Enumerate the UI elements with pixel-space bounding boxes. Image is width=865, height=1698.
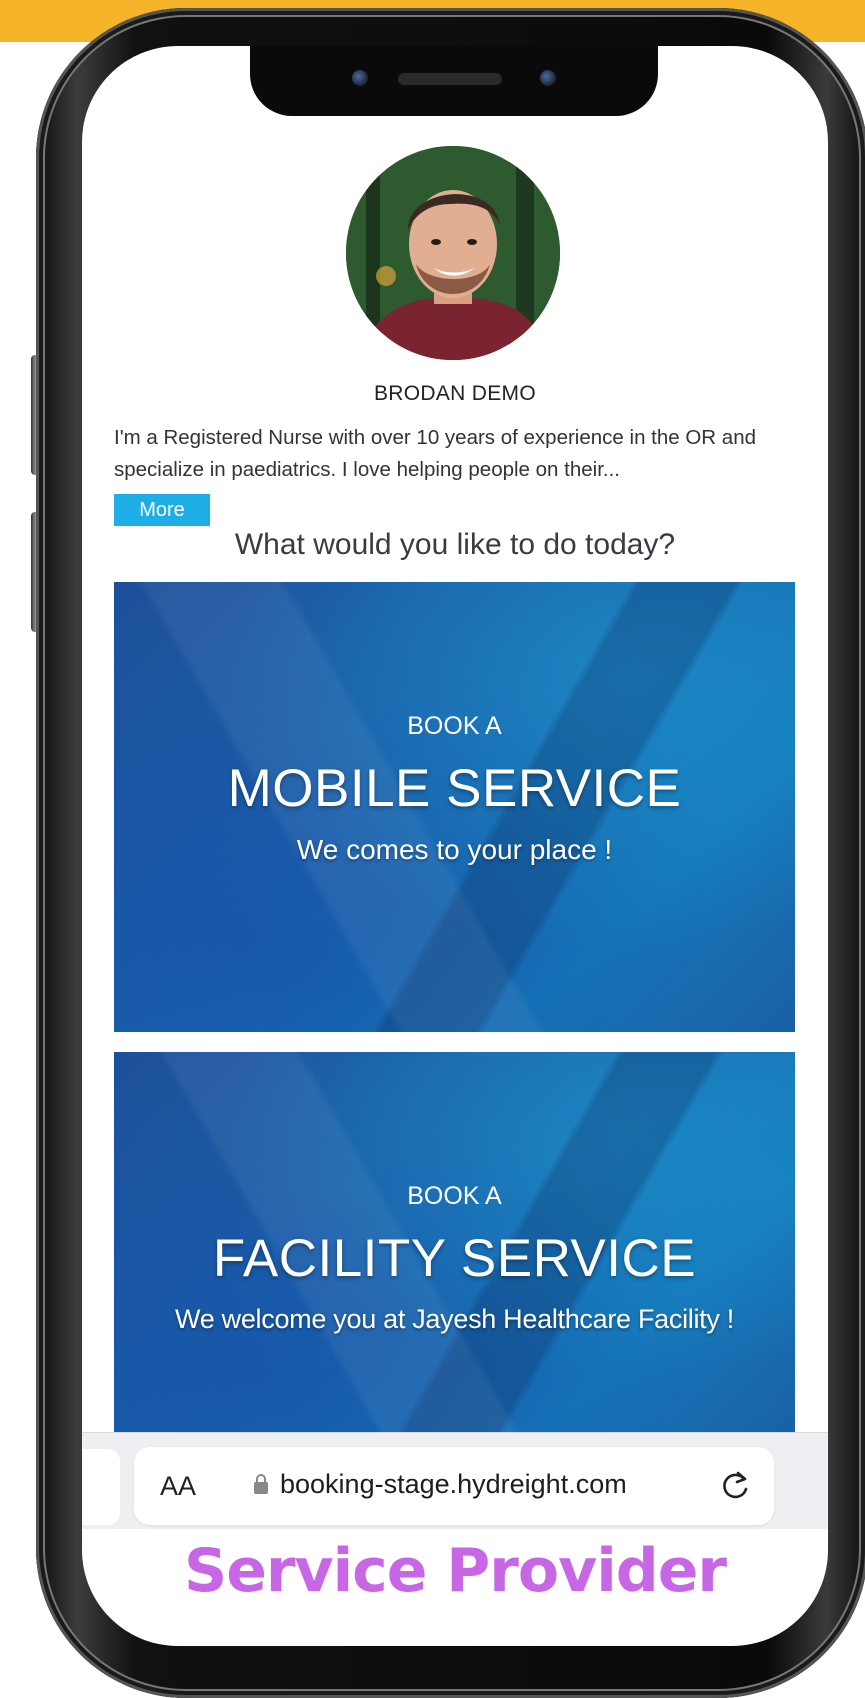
- service-subtitle: We welcome you at Jayesh Healthcare Faci…: [175, 1304, 734, 1334]
- provider-bio: I'm a Registered Nurse with over 10 year…: [114, 426, 757, 481]
- url-text: booking-stage.hydreight.com: [280, 1469, 627, 1499]
- lock-icon: [254, 1474, 268, 1494]
- provider-name: BRODAN DEMO: [374, 382, 536, 405]
- phone-notch: [250, 46, 658, 116]
- camera-icon: [352, 70, 368, 86]
- service-title: MOBILE SERVICE: [227, 759, 682, 818]
- avatar-photo: [346, 146, 560, 360]
- more-button[interactable]: More: [114, 494, 210, 526]
- service-prefix: BOOK A: [407, 1182, 502, 1210]
- service-title: FACILITY SERVICE: [212, 1229, 697, 1288]
- service-prefix: BOOK A: [407, 712, 502, 740]
- sensor-icon: [540, 70, 556, 86]
- phone-screen: BRODAN DEMO I'm a Registered Nurse with …: [82, 46, 828, 1646]
- facility-service-card[interactable]: BOOK A FACILITY SERVICE We welcome you a…: [114, 1052, 795, 1452]
- browser-address-bar: AA booking-stage.hydreight.com: [82, 1432, 828, 1529]
- text-size-label: AA: [160, 1471, 197, 1501]
- reload-icon[interactable]: [718, 1467, 754, 1503]
- service-subtitle: We comes to your place !: [296, 834, 613, 865]
- previous-tab-edge[interactable]: [82, 1449, 120, 1525]
- profile-avatar[interactable]: [346, 146, 560, 360]
- mobile-service-card[interactable]: BOOK A MOBILE SERVICE We comes to your p…: [114, 582, 795, 1032]
- text-size-button[interactable]: AA: [160, 1471, 196, 1502]
- url-field[interactable]: AA booking-stage.hydreight.com: [134, 1447, 774, 1525]
- speaker-grille: [398, 73, 502, 85]
- action-prompt: What would you like to do today?: [234, 528, 676, 561]
- caption-label: Service Provider: [183, 1536, 727, 1606]
